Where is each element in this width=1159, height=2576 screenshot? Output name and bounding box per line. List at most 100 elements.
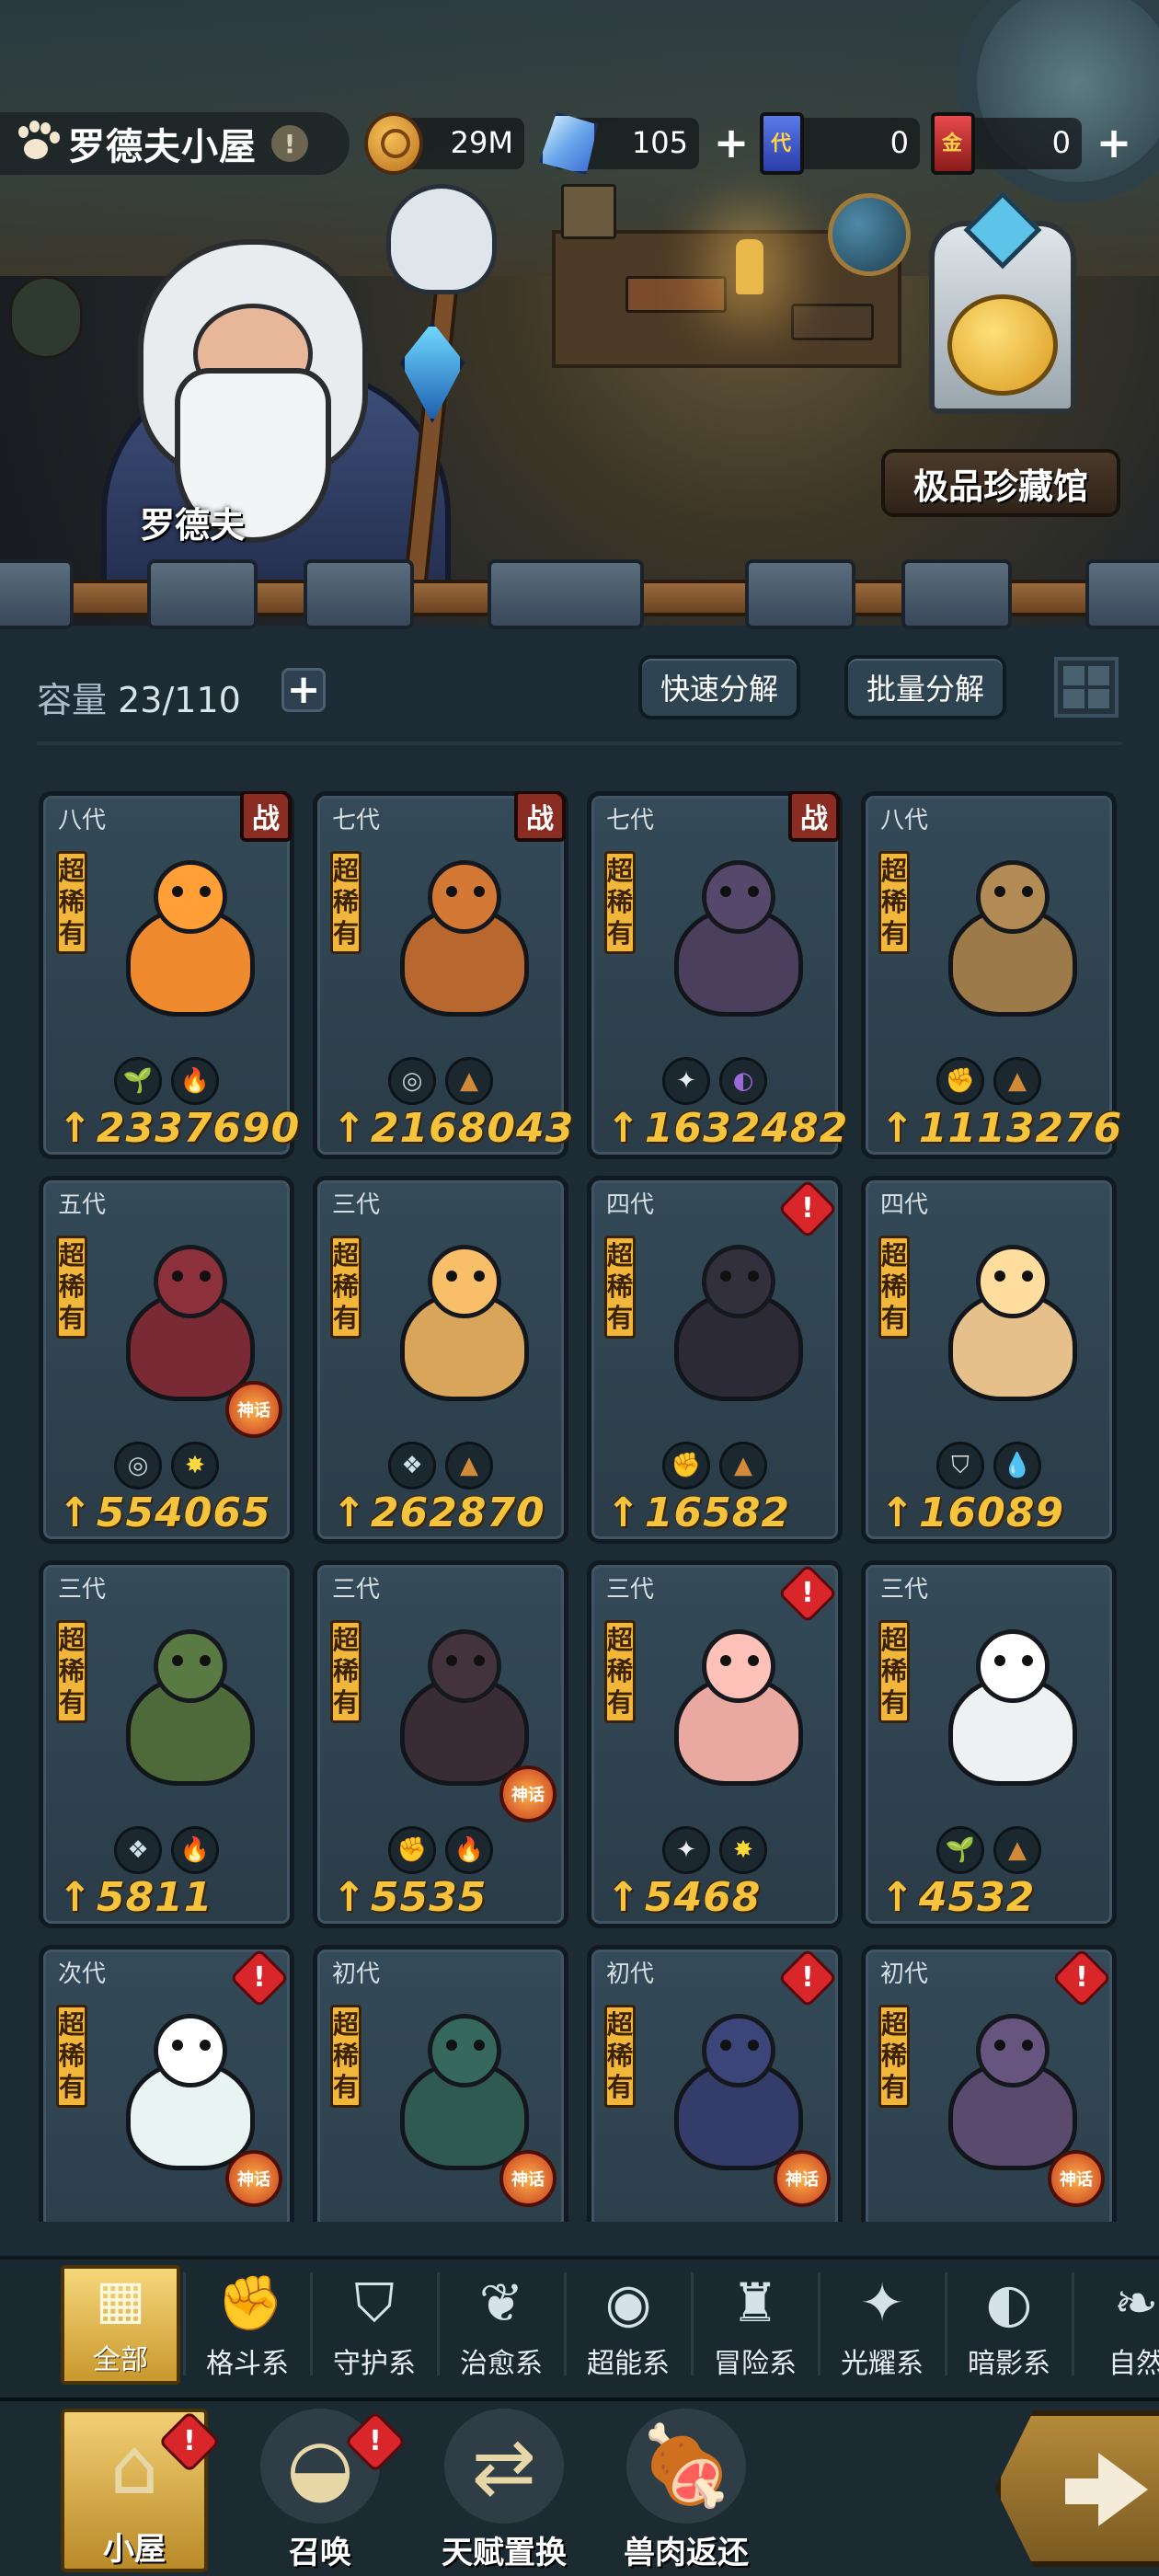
- element-icons: 🌱 🔥: [43, 1057, 290, 1105]
- add-crystal-button[interactable]: +: [708, 118, 754, 167]
- pet-card[interactable]: 五代 超稀有 神话 ◎ ✸ ↑554065: [39, 1176, 294, 1544]
- pet-generation: 七代: [332, 807, 381, 834]
- tab-separator: [564, 2272, 567, 2375]
- pet-power: ↑5811: [58, 1874, 213, 1921]
- pet-card[interactable]: 七代战超稀有 ◎ ▲ ↑2168043: [313, 791, 573, 1159]
- swap-icon: ⇄: [444, 2409, 564, 2524]
- npc-name: 罗德夫: [140, 505, 246, 546]
- element-icon: ✸: [719, 1826, 767, 1874]
- pet-generation: 三代: [58, 1576, 107, 1604]
- book: [791, 304, 874, 340]
- pet-portrait: [628, 1226, 840, 1429]
- sprout-icon: ❦: [478, 2271, 524, 2334]
- crystal-counter: 105 +: [539, 112, 749, 175]
- element-icon: ▲: [993, 1057, 1041, 1105]
- category-tab[interactable]: ◉ 超能系: [568, 2265, 688, 2385]
- category-label: 治愈系: [460, 2348, 543, 2380]
- battle-badge: 战: [788, 791, 840, 842]
- battle-badge: 战: [514, 791, 566, 842]
- category-tab[interactable]: ▦ 全部: [61, 2265, 180, 2385]
- book: [625, 276, 727, 313]
- expand-capacity-button[interactable]: +: [281, 668, 326, 712]
- element-icons: ✊ ▲: [591, 1442, 838, 1489]
- batch-decompose-button[interactable]: 批量分解: [844, 655, 1006, 719]
- tab-separator: [437, 2272, 440, 2375]
- pet-card[interactable]: 七代战超稀有 ✦ ◐ ↑1632482: [587, 791, 847, 1159]
- quick-decompose-button[interactable]: 快速分解: [638, 655, 800, 719]
- pet-card[interactable]: 八代战超稀有 🌱 🔥 ↑2337690: [39, 791, 299, 1159]
- pet-power: ↑2168043: [332, 1105, 575, 1152]
- treasury-throne[interactable]: [911, 190, 1095, 432]
- pet-generation: 次代: [58, 1961, 107, 1988]
- pet-card[interactable]: 初代! 超稀有 神话: [861, 1945, 1117, 2222]
- pet-portrait: [902, 1611, 1114, 1813]
- element-icon: 🌱: [936, 1826, 984, 1874]
- category-tab[interactable]: ✦ 光耀系: [822, 2265, 942, 2385]
- element-icons: 🌱 ▲: [866, 1826, 1112, 1874]
- pet-portrait: [354, 1226, 566, 1429]
- pet-card[interactable]: 三代! 超稀有 ✦ ✸ ↑5468: [587, 1560, 843, 1928]
- category-tab[interactable]: ❧ 自然: [1076, 2265, 1159, 2385]
- pet-card[interactable]: 三代 超稀有 神话 ✊ 🔥 ↑5535: [313, 1560, 568, 1928]
- tab-separator: [945, 2272, 947, 2375]
- tab-separator: [691, 2272, 694, 2375]
- shield-icon: ⛉: [354, 2271, 395, 2334]
- category-tab[interactable]: ✊ 格斗系: [188, 2265, 307, 2385]
- element-icon: 🌱: [114, 1057, 162, 1105]
- nav-label: 天赋置换: [442, 2535, 567, 2571]
- pet-generation: 三代: [606, 1576, 655, 1604]
- pet-card[interactable]: 四代 超稀有 ⛉ 💧 ↑16089: [861, 1176, 1117, 1544]
- pet-generation: 三代: [332, 1191, 381, 1219]
- red-card-counter: 金 0 +: [931, 112, 1131, 175]
- battle-badge: 战: [240, 791, 292, 842]
- pet-generation: 三代: [332, 1576, 381, 1604]
- pet-generation: 七代: [606, 807, 655, 834]
- pet-portrait: [354, 842, 566, 1044]
- element-icon: ◐: [719, 1057, 767, 1105]
- pet-card[interactable]: 八代 超稀有 ✊ ▲ ↑1113276: [861, 791, 1121, 1159]
- info-icon[interactable]: !: [271, 125, 308, 162]
- pet-generation: 初代: [606, 1961, 655, 1988]
- leaf-icon: ❧: [1113, 2271, 1159, 2334]
- pet-generation: 八代: [58, 807, 107, 834]
- pet-card[interactable]: 初代 超稀有 神话: [313, 1945, 568, 2222]
- nav-item[interactable]: 🍖 兽肉返还: [613, 2409, 760, 2572]
- pet-card[interactable]: 次代! 超稀有 神话: [39, 1945, 294, 2222]
- category-tab[interactable]: ❦ 治愈系: [442, 2265, 561, 2385]
- pet-power: ↑2337690: [58, 1105, 301, 1152]
- meat-icon: 🍖: [626, 2409, 746, 2524]
- coin-counter: 29M: [364, 112, 524, 175]
- category-label: 超能系: [587, 2348, 670, 2380]
- element-icon: ◎: [388, 1057, 436, 1105]
- tab-separator: [310, 2272, 313, 2375]
- element-icon: 🔥: [445, 1826, 493, 1874]
- pet-card[interactable]: 三代 超稀有 ❖ ▲ ↑262870: [313, 1176, 568, 1544]
- golden-statue: [947, 294, 1058, 396]
- grid-view-icon[interactable]: [1054, 657, 1119, 718]
- pet-card[interactable]: 三代 超稀有 🌱 ▲ ↑4532: [861, 1560, 1117, 1928]
- pet-card[interactable]: 三代 超稀有 ❖ 🔥 ↑5811: [39, 1560, 294, 1928]
- add-red-card-button[interactable]: +: [1091, 118, 1137, 167]
- star-cross-icon: ✦: [859, 2271, 905, 2334]
- candle-light: [736, 239, 763, 294]
- treasury-button[interactable]: 极品珍藏馆: [881, 449, 1120, 517]
- pet-power: ↑16582: [606, 1489, 790, 1536]
- category-tab[interactable]: ◐ 暗影系: [949, 2265, 1069, 2385]
- element-icon: ▲: [445, 1057, 493, 1105]
- pet-power: ↑4532: [880, 1874, 1036, 1921]
- nav-label: 兽肉返还: [624, 2535, 749, 2571]
- nav-item[interactable]: ⇄ 天赋置换: [430, 2409, 578, 2572]
- pet-card[interactable]: 初代! 超稀有 神话: [587, 1945, 843, 2222]
- eye-icon: ◐: [985, 2271, 1033, 2334]
- category-tab[interactable]: ⛉ 守护系: [315, 2265, 434, 2385]
- pet-grid: 八代战超稀有 🌱 🔥 ↑2337690 七代战超稀有 ◎ ▲ ↑2168043 七代战超稀有 ✦ ◐…: [39, 791, 1124, 2222]
- pet-generation: 初代: [880, 1961, 929, 1988]
- element-icon: ❖: [388, 1442, 436, 1489]
- pet-card[interactable]: 四代! 超稀有 ✊ ▲ ↑16582: [587, 1176, 843, 1544]
- arrow-right-icon: [1065, 2453, 1148, 2526]
- pet-portrait: [628, 1611, 840, 1813]
- element-icon: ✊: [936, 1057, 984, 1105]
- category-tab[interactable]: ♜ 冒险系: [695, 2265, 815, 2385]
- cabin-scene: 罗德夫 极品珍藏馆: [0, 0, 1159, 635]
- top-bar: 罗德夫小屋 ! 29M 105 + 代 0 金 0 +: [0, 109, 1159, 178]
